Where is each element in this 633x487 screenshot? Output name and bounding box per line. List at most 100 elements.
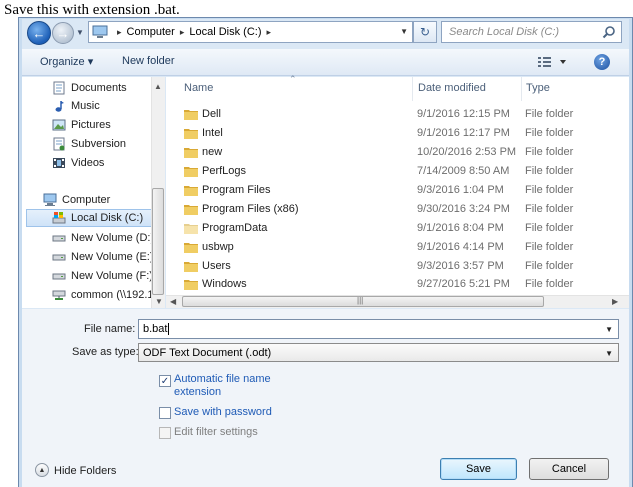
file-row[interactable]: Program Files 9/3/2016 1:04 PM File fold…	[180, 181, 580, 200]
file-row[interactable]: new 10/20/2016 2:53 PM File folder	[180, 143, 580, 162]
scroll-left-icon[interactable]: ◀	[170, 297, 176, 306]
scroll-right-icon[interactable]: ▶	[612, 297, 618, 306]
column-divider[interactable]	[521, 77, 522, 101]
file-row[interactable]: ProgramData 9/1/2016 8:04 PM File folder	[180, 219, 580, 238]
nav-pane-scroll-thumb[interactable]	[152, 188, 164, 295]
automatic-extension-label-line2: extension	[174, 386, 222, 398]
folder-icon	[184, 146, 198, 158]
file-date: 9/27/2016 5:21 PM	[417, 278, 510, 290]
file-name: PerfLogs	[202, 165, 247, 177]
hide-folders-button[interactable]: Hide Folders	[54, 465, 116, 477]
folder-icon	[184, 165, 198, 177]
nav-item-pictures[interactable]: Pictures	[52, 116, 111, 134]
scroll-down-icon[interactable]: ▼	[155, 297, 163, 306]
nav-item-label: Pictures	[71, 119, 111, 131]
nav-item-volume-f[interactable]: New Volume (F:)	[52, 267, 153, 285]
nav-item-music[interactable]: Music	[52, 97, 100, 115]
save-as-type-dropdown-icon[interactable]: ▼	[605, 349, 613, 358]
file-name: ProgramData	[202, 222, 268, 234]
folder-icon	[184, 203, 198, 215]
file-name-dropdown-icon[interactable]: ▼	[605, 325, 613, 334]
save-with-password-checkbox[interactable]	[159, 407, 171, 419]
nav-item-label: Videos	[71, 157, 105, 169]
file-row[interactable]: usbwp 9/1/2016 4:14 PM File folder	[180, 238, 580, 257]
file-name-value: b.bat	[143, 323, 168, 335]
refresh-icon: ↻	[419, 25, 431, 39]
organize-menu[interactable]: Organize ▾	[40, 55, 93, 68]
nav-item-computer[interactable]: Computer	[43, 191, 110, 209]
file-date: 9/3/2016 3:57 PM	[417, 260, 504, 272]
search-icon[interactable]	[602, 25, 616, 39]
help-button[interactable]: ?	[594, 54, 610, 70]
nav-item-label: common (\\192.1	[71, 289, 154, 301]
save-with-password-label[interactable]: Save with password	[174, 406, 272, 419]
column-header-type[interactable]: Type	[526, 82, 550, 94]
subversion-icon	[52, 137, 66, 151]
column-divider[interactable]	[412, 77, 413, 101]
file-date: 9/30/2016 3:24 PM	[417, 203, 510, 215]
save-as-type-select[interactable]: ODF Text Document (.odt) ▼	[138, 343, 619, 362]
breadcrumb-separator-icon[interactable]: ▸	[117, 27, 122, 38]
cancel-button[interactable]: Cancel	[529, 458, 609, 480]
scroll-up-icon[interactable]: ▲	[154, 82, 162, 91]
nav-item-label: Local Disk (C:)	[71, 212, 144, 224]
search-box[interactable]: Search Local Disk (C:)	[441, 21, 622, 43]
nav-item-label: Music	[71, 100, 100, 112]
nav-item-videos[interactable]: Videos	[52, 154, 104, 172]
file-row[interactable]: Intel 9/1/2016 12:17 PM File folder	[180, 124, 580, 143]
file-row[interactable]: Program Files (x86) 9/30/2016 3:24 PM Fi…	[180, 200, 580, 219]
music-icon	[52, 99, 66, 113]
navigation-pane: Documents Music Pictures Subversion Vide…	[22, 77, 165, 308]
nav-item-local-disk[interactable]: Local Disk (C:)	[26, 209, 156, 227]
file-date: 9/1/2016 12:15 PM	[417, 108, 510, 120]
nav-item-label: Computer	[62, 194, 111, 206]
file-type: File folder	[525, 241, 574, 253]
view-options-button[interactable]	[538, 56, 568, 71]
breadcrumb-separator-icon[interactable]: ▸	[266, 27, 271, 38]
file-name: Intel	[202, 127, 223, 139]
file-row[interactable]: Dell 9/1/2016 12:15 PM File folder	[180, 105, 580, 124]
file-date: 10/20/2016 2:53 PM	[417, 146, 517, 158]
file-date: 9/3/2016 1:04 PM	[417, 184, 504, 196]
file-name-label: File name:	[84, 323, 136, 335]
folder-icon	[184, 108, 198, 120]
hide-folders-icon[interactable]: ▲	[35, 463, 49, 477]
text-cursor	[168, 323, 170, 335]
back-button[interactable]: ←	[27, 21, 51, 45]
new-folder-button[interactable]: New folder	[122, 55, 175, 67]
breadcrumb-local-disk[interactable]: Local Disk (C:)	[189, 26, 261, 38]
file-row[interactable]: Users 9/3/2016 3:57 PM File folder	[180, 257, 580, 276]
forward-button[interactable]: →	[52, 22, 74, 44]
automatic-extension-label[interactable]: Automatic file name extension	[174, 373, 271, 399]
search-placeholder: Search Local Disk (C:)	[449, 26, 560, 38]
file-name-input[interactable]: b.bat ▼	[138, 319, 619, 339]
folder-icon	[184, 260, 198, 272]
save-button[interactable]: Save	[440, 458, 517, 480]
folder-icon	[184, 278, 198, 290]
file-type: File folder	[525, 184, 574, 196]
nav-item-volume-e[interactable]: New Volume (E:)	[52, 248, 154, 266]
file-name: Users	[202, 260, 231, 272]
nav-item-documents[interactable]: Documents	[52, 79, 127, 97]
file-row[interactable]: Windows 9/27/2016 5:21 PM File folder	[180, 275, 580, 294]
save-as-type-value: ODF Text Document (.odt)	[143, 347, 272, 359]
breadcrumb-separator-icon[interactable]: ▸	[180, 27, 185, 38]
local-disk-icon	[52, 211, 66, 225]
nav-item-network-common[interactable]: common (\\192.1	[52, 286, 154, 304]
sort-ascending-icon: ⌃	[289, 74, 297, 84]
edit-filter-settings-label: Edit filter settings	[174, 426, 258, 438]
automatic-extension-checkbox[interactable]: ✓	[159, 375, 171, 387]
column-header-name[interactable]: Name	[184, 82, 213, 94]
breadcrumb-computer[interactable]: Computer	[127, 26, 175, 38]
nav-item-volume-d[interactable]: New Volume (D:)	[52, 229, 154, 247]
folder-icon	[184, 127, 198, 139]
address-bar[interactable]: ▸ Computer ▸ Local Disk (C:) ▸ ▼	[88, 21, 413, 43]
computer-icon	[92, 25, 108, 39]
file-row[interactable]: PerfLogs 7/14/2009 8:50 AM File folder	[180, 162, 580, 181]
recent-pages-dropdown[interactable]: ▼	[76, 28, 84, 37]
file-type: File folder	[525, 278, 574, 290]
column-header-date-modified[interactable]: Date modified	[418, 82, 486, 94]
nav-item-subversion[interactable]: Subversion	[52, 135, 126, 153]
refresh-button[interactable]: ↻	[413, 21, 437, 43]
address-dropdown-icon[interactable]: ▼	[400, 27, 408, 36]
